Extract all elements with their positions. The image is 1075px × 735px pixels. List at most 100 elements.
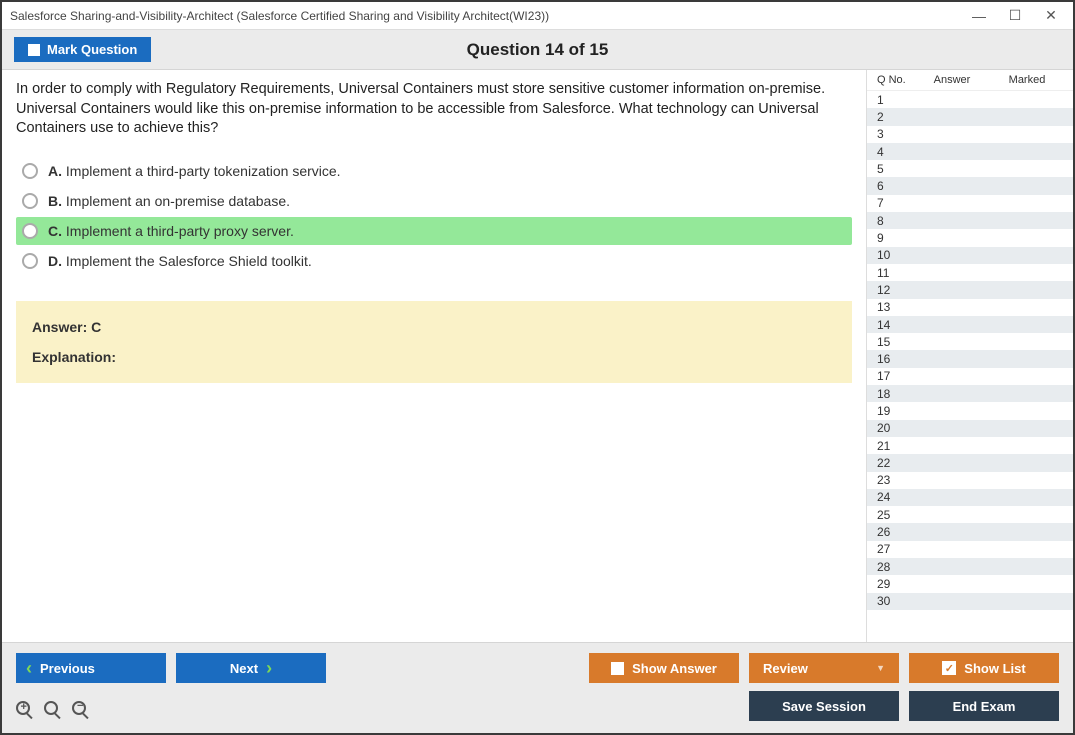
button-row-1: Previous Next Show Answer Review ▼ ✓ Sho… — [16, 653, 1059, 683]
review-label: Review — [763, 661, 808, 676]
row-qno: 27 — [877, 542, 917, 556]
option-b[interactable]: B. Implement an on-premise database. — [16, 187, 852, 215]
row-qno: 28 — [877, 560, 917, 574]
question-area: In order to comply with Regulatory Requi… — [2, 70, 866, 283]
mark-question-button[interactable]: Mark Question — [14, 37, 151, 62]
answer-label: Answer: C — [32, 319, 836, 335]
next-button[interactable]: Next — [176, 653, 326, 683]
question-list-row[interactable]: 24 — [867, 489, 1073, 506]
row-qno: 5 — [877, 162, 917, 176]
window-title: Salesforce Sharing-and-Visibility-Archit… — [10, 9, 971, 23]
save-session-label: Save Session — [782, 699, 866, 714]
row-qno: 8 — [877, 214, 917, 228]
question-list-row[interactable]: 12 — [867, 281, 1073, 298]
option-text: A. Implement a third-party tokenization … — [48, 163, 341, 179]
zoom-reset-icon[interactable] — [44, 701, 64, 721]
row-qno: 24 — [877, 490, 917, 504]
row-qno: 6 — [877, 179, 917, 193]
header-qno: Q No. — [877, 74, 917, 86]
row-qno: 23 — [877, 473, 917, 487]
checkbox-icon — [611, 662, 624, 675]
option-text: C. Implement a third-party proxy server. — [48, 223, 294, 239]
checkbox-checked-icon: ✓ — [942, 661, 956, 675]
question-list-row[interactable]: 23 — [867, 472, 1073, 489]
zoom-controls — [16, 701, 92, 721]
row-qno: 21 — [877, 439, 917, 453]
option-c[interactable]: C. Implement a third-party proxy server. — [16, 217, 852, 245]
question-list-row[interactable]: 13 — [867, 299, 1073, 316]
question-counter: Question 14 of 15 — [2, 40, 1073, 60]
question-list-row[interactable]: 21 — [867, 437, 1073, 454]
row-qno: 17 — [877, 369, 917, 383]
show-list-button[interactable]: ✓ Show List — [909, 653, 1059, 683]
minimize-icon[interactable]: — — [971, 8, 987, 24]
show-answer-button[interactable]: Show Answer — [589, 653, 739, 683]
zoom-in-icon[interactable] — [16, 701, 36, 721]
question-list-row[interactable]: 3 — [867, 126, 1073, 143]
footer: Previous Next Show Answer Review ▼ ✓ Sho… — [2, 642, 1073, 733]
question-list-row[interactable]: 10 — [867, 247, 1073, 264]
question-list-row[interactable]: 22 — [867, 454, 1073, 471]
question-list-row[interactable]: 1 — [867, 91, 1073, 108]
question-list-row[interactable]: 7 — [867, 195, 1073, 212]
review-button[interactable]: Review ▼ — [749, 653, 899, 683]
row-qno: 19 — [877, 404, 917, 418]
question-list-row[interactable]: 18 — [867, 385, 1073, 402]
zoom-out-icon[interactable] — [72, 701, 92, 721]
question-list-row[interactable]: 28 — [867, 558, 1073, 575]
question-list-row[interactable]: 20 — [867, 420, 1073, 437]
row-qno: 11 — [877, 266, 917, 280]
header-marked: Marked — [987, 74, 1067, 86]
question-list-row[interactable]: 25 — [867, 506, 1073, 523]
row-qno: 29 — [877, 577, 917, 591]
row-qno: 18 — [877, 387, 917, 401]
option-text: D. Implement the Salesforce Shield toolk… — [48, 253, 312, 269]
explanation-label: Explanation: — [32, 349, 836, 365]
question-list-row[interactable]: 29 — [867, 575, 1073, 592]
option-d[interactable]: D. Implement the Salesforce Shield toolk… — [16, 247, 852, 275]
question-list-row[interactable]: 6 — [867, 177, 1073, 194]
end-exam-button[interactable]: End Exam — [909, 691, 1059, 721]
row-qno: 14 — [877, 318, 917, 332]
row-qno: 1 — [877, 93, 917, 107]
radio-icon — [22, 253, 38, 269]
row-qno: 10 — [877, 248, 917, 262]
question-list-row[interactable]: 2 — [867, 108, 1073, 125]
question-list-row[interactable]: 17 — [867, 368, 1073, 385]
show-list-label: Show List — [964, 661, 1025, 676]
row-qno: 20 — [877, 421, 917, 435]
row-qno: 9 — [877, 231, 917, 245]
question-list-row[interactable]: 27 — [867, 541, 1073, 558]
question-list-row[interactable]: 14 — [867, 316, 1073, 333]
previous-label: Previous — [40, 661, 95, 676]
header-answer: Answer — [917, 74, 987, 86]
row-qno: 13 — [877, 300, 917, 314]
row-qno: 3 — [877, 127, 917, 141]
options-list: A. Implement a third-party tokenization … — [16, 157, 852, 275]
row-qno: 2 — [877, 110, 917, 124]
question-list-row[interactable]: 26 — [867, 523, 1073, 540]
body: In order to comply with Regulatory Requi… — [2, 70, 1073, 642]
question-list-row[interactable]: 15 — [867, 333, 1073, 350]
question-list-panel: Q No. Answer Marked 12345678910111213141… — [866, 70, 1073, 642]
question-list-row[interactable]: 4 — [867, 143, 1073, 160]
maximize-icon[interactable]: ☐ — [1007, 7, 1023, 24]
question-list-row[interactable]: 30 — [867, 593, 1073, 610]
question-list-row[interactable]: 16 — [867, 350, 1073, 367]
question-list-row[interactable]: 19 — [867, 402, 1073, 419]
end-exam-label: End Exam — [953, 699, 1016, 714]
question-list-row[interactable]: 9 — [867, 229, 1073, 246]
close-icon[interactable]: ✕ — [1043, 7, 1059, 24]
question-list-row[interactable]: 11 — [867, 264, 1073, 281]
question-list[interactable]: 1234567891011121314151617181920212223242… — [867, 91, 1073, 642]
save-session-button[interactable]: Save Session — [749, 691, 899, 721]
titlebar: Salesforce Sharing-and-Visibility-Archit… — [2, 2, 1073, 30]
question-list-row[interactable]: 8 — [867, 212, 1073, 229]
question-text: In order to comply with Regulatory Requi… — [16, 80, 852, 139]
question-list-row[interactable]: 5 — [867, 160, 1073, 177]
previous-button[interactable]: Previous — [16, 653, 166, 683]
row-qno: 12 — [877, 283, 917, 297]
show-answer-label: Show Answer — [632, 661, 717, 676]
button-row-2: Save Session End Exam — [16, 691, 1059, 721]
option-a[interactable]: A. Implement a third-party tokenization … — [16, 157, 852, 185]
